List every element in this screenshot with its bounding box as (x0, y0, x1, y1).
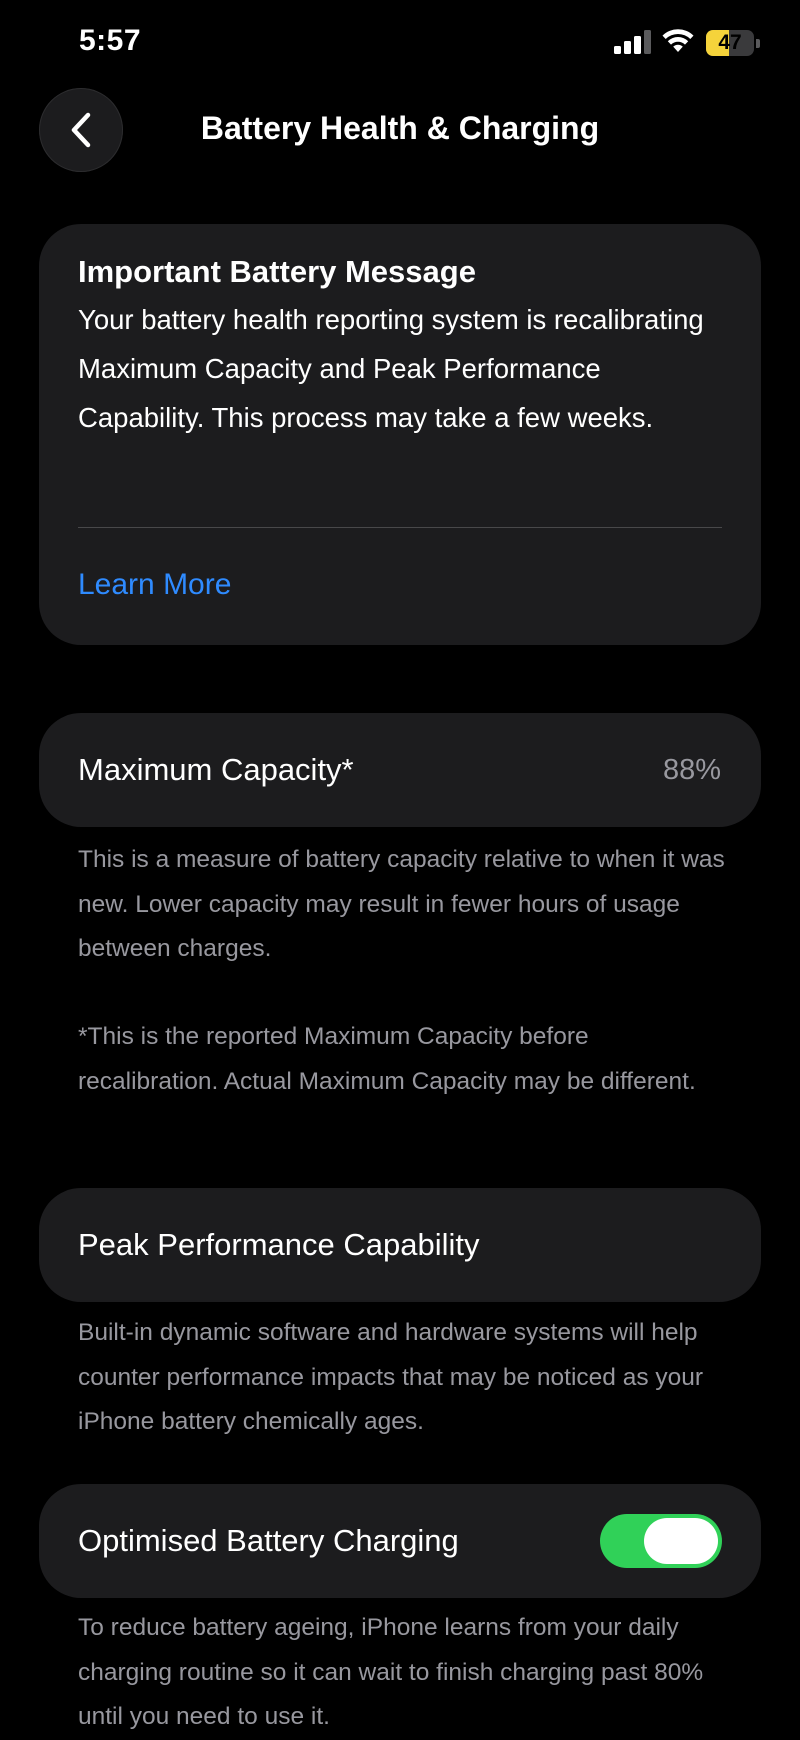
chevron-left-icon (71, 112, 91, 148)
peak-performance-label: Peak Performance Capability (78, 1227, 480, 1262)
battery-cap (756, 39, 760, 48)
battery-icon: 47 (706, 30, 760, 56)
optimised-charging-description: To reduce battery ageing, iPhone learns … (78, 1614, 704, 1730)
toggle-knob (644, 1518, 718, 1564)
optimised-charging-row: Optimised Battery Charging (39, 1484, 761, 1598)
learn-more-link[interactable]: Learn More (78, 568, 231, 602)
optimised-charging-toggle[interactable] (600, 1514, 722, 1568)
battery-message-title: Important Battery Message (78, 254, 476, 289)
peak-performance-description: Built-in dynamic software and hardware s… (78, 1319, 704, 1435)
cellular-signal-icon (614, 30, 651, 54)
maximum-capacity-value: 88% (662, 754, 721, 786)
battery-message-body: Your battery health reporting system is … (78, 304, 704, 433)
status-bar: 5:57 47 (0, 0, 800, 90)
wifi-icon (662, 29, 694, 52)
status-time: 5:57 (79, 24, 142, 57)
divider (78, 527, 722, 528)
maximum-capacity-footnote: *This is the reported Maximum Capacity b… (78, 1023, 696, 1095)
maximum-capacity-row[interactable]: Maximum Capacity* 88% (39, 713, 761, 827)
optimised-charging-label: Optimised Battery Charging (78, 1523, 459, 1558)
back-button[interactable] (39, 88, 123, 172)
maximum-capacity-label: Maximum Capacity* (78, 752, 354, 787)
battery-level: 47 (718, 31, 742, 54)
page-title: Battery Health & Charging (200, 110, 600, 146)
battery-body: 47 (706, 30, 754, 56)
maximum-capacity-description: This is a measure of battery capacity re… (78, 846, 725, 962)
battery-message-card: Important Battery Message Your battery h… (39, 224, 761, 645)
peak-performance-row[interactable]: Peak Performance Capability (39, 1188, 761, 1302)
